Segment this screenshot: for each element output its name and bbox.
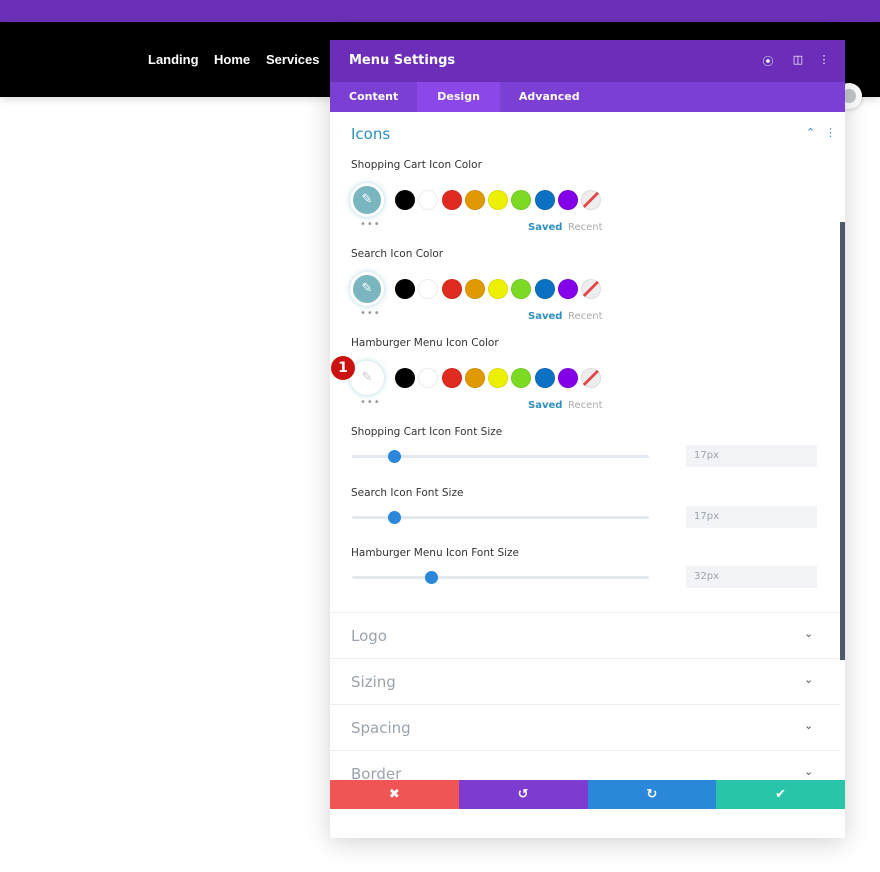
clear-color-swatch[interactable] xyxy=(581,368,602,388)
color-field-label: Search Icon Color xyxy=(351,248,444,260)
nav-services[interactable]: Services xyxy=(266,52,320,67)
menu-settings-modal: Menu Settings ⦿ ◫ ⋮ Content Design Advan… xyxy=(330,40,845,838)
color-swatch[interactable] xyxy=(511,279,532,299)
section-title: Spacing xyxy=(351,719,411,737)
font-size-input[interactable]: 32px xyxy=(686,566,817,588)
color-swatch[interactable] xyxy=(558,190,579,210)
section-border[interactable]: Border ⌄ xyxy=(330,750,840,796)
slider-thumb[interactable] xyxy=(425,571,439,584)
section-title: Border xyxy=(351,765,402,783)
clear-color-swatch[interactable] xyxy=(581,190,602,210)
color-swatch[interactable] xyxy=(464,368,485,388)
color-swatch[interactable] xyxy=(558,279,579,299)
recent-tab[interactable]: Recent xyxy=(568,400,603,411)
font-size-input[interactable]: 17px xyxy=(686,445,817,467)
section-title: Logo xyxy=(351,627,387,645)
modal-header: Menu Settings ⦿ ◫ ⋮ xyxy=(330,40,845,82)
color-swatches xyxy=(395,190,602,210)
section-sizing[interactable]: Sizing ⌄ xyxy=(330,658,840,704)
eyedropper-icon[interactable]: ✎ xyxy=(350,361,384,395)
eyedropper-icon[interactable]: ✎ xyxy=(350,272,384,306)
color-swatch[interactable] xyxy=(511,190,532,210)
color-swatch[interactable] xyxy=(488,279,509,299)
color-swatch[interactable] xyxy=(395,190,415,210)
color-swatch[interactable] xyxy=(418,368,439,388)
step-badge: 1 xyxy=(331,356,355,380)
tab-bar: Content Design Advanced xyxy=(330,82,845,112)
split-view-icon[interactable]: ◫ xyxy=(791,53,805,66)
top-admin-bar xyxy=(0,0,880,22)
color-swatch[interactable] xyxy=(395,279,415,299)
chevron-down-icon[interactable]: ⌄ xyxy=(804,765,813,778)
chevron-down-icon[interactable]: ⌄ xyxy=(804,673,813,686)
color-swatch[interactable] xyxy=(441,279,462,299)
color-swatch[interactable] xyxy=(558,368,579,388)
slider-thumb[interactable] xyxy=(388,510,402,524)
section-spacing[interactable]: Spacing ⌄ xyxy=(330,704,840,750)
chevron-down-icon[interactable]: ⌄ xyxy=(804,627,813,640)
section-logo[interactable]: Logo ⌄ xyxy=(330,612,840,658)
scrollbar[interactable] xyxy=(840,222,845,660)
color-swatch[interactable] xyxy=(534,279,555,299)
color-swatch[interactable] xyxy=(511,368,532,388)
color-swatches xyxy=(395,368,602,388)
tab-design[interactable]: Design xyxy=(417,82,500,112)
font-size-slider[interactable] xyxy=(352,510,649,524)
tab-advanced[interactable]: Advanced xyxy=(500,82,599,112)
color-swatch[interactable] xyxy=(418,279,439,299)
section-more-icon[interactable]: ⋮ xyxy=(825,126,836,139)
color-swatch[interactable] xyxy=(464,190,485,210)
nav-landing[interactable]: Landing xyxy=(148,52,199,67)
section-title: Icons xyxy=(351,125,391,143)
chevron-up-icon[interactable]: ⌃ xyxy=(806,126,815,139)
color-swatch[interactable] xyxy=(395,368,415,388)
recent-tab[interactable]: Recent xyxy=(568,222,603,233)
font-size-slider[interactable] xyxy=(352,450,649,463)
color-field-label: Shopping Cart Icon Color xyxy=(351,159,482,171)
more-dots-icon[interactable]: ••• xyxy=(360,308,381,319)
clear-color-swatch[interactable] xyxy=(581,279,602,299)
font-size-slider[interactable] xyxy=(352,571,649,584)
focus-icon[interactable]: ⦿ xyxy=(761,53,775,69)
color-field-label: Hamburger Menu Icon Color xyxy=(351,337,499,349)
saved-tab[interactable]: Saved xyxy=(528,311,562,322)
section-title: Sizing xyxy=(351,673,396,691)
color-swatch[interactable] xyxy=(534,368,555,388)
slider-label: Hamburger Menu Icon Font Size xyxy=(351,547,519,559)
slider-thumb[interactable] xyxy=(388,450,402,463)
color-swatch[interactable] xyxy=(441,368,462,388)
more-dots-icon[interactable]: ••• xyxy=(360,219,381,230)
saved-tab[interactable]: Saved xyxy=(528,222,562,233)
more-vertical-icon[interactable]: ⋮ xyxy=(817,53,831,66)
color-swatch[interactable] xyxy=(464,279,485,299)
more-dots-icon[interactable]: ••• xyxy=(360,397,381,408)
color-swatches xyxy=(395,279,602,299)
eyedropper-icon[interactable]: ✎ xyxy=(350,183,384,217)
recent-tab[interactable]: Recent xyxy=(568,311,603,322)
slider-label: Search Icon Font Size xyxy=(351,486,464,499)
color-swatch[interactable] xyxy=(418,190,439,210)
settings-body: Icons ⌃ ⋮ ✖ ↺ ↻ ✔ Shopping Cart Icon Color ✎… xyxy=(330,112,845,809)
slider-label: Shopping Cart Icon Font Size xyxy=(351,426,503,438)
color-swatch[interactable] xyxy=(488,190,509,210)
tab-content[interactable]: Content xyxy=(330,82,417,112)
nav-home[interactable]: Home xyxy=(214,52,250,67)
color-swatch[interactable] xyxy=(534,190,555,210)
saved-tab[interactable]: Saved xyxy=(528,400,562,411)
modal-title: Menu Settings xyxy=(349,53,456,68)
chevron-down-icon[interactable]: ⌄ xyxy=(804,719,813,732)
font-size-input[interactable]: 17px xyxy=(686,505,817,528)
color-swatch[interactable] xyxy=(441,190,462,210)
color-swatch[interactable] xyxy=(488,368,509,388)
